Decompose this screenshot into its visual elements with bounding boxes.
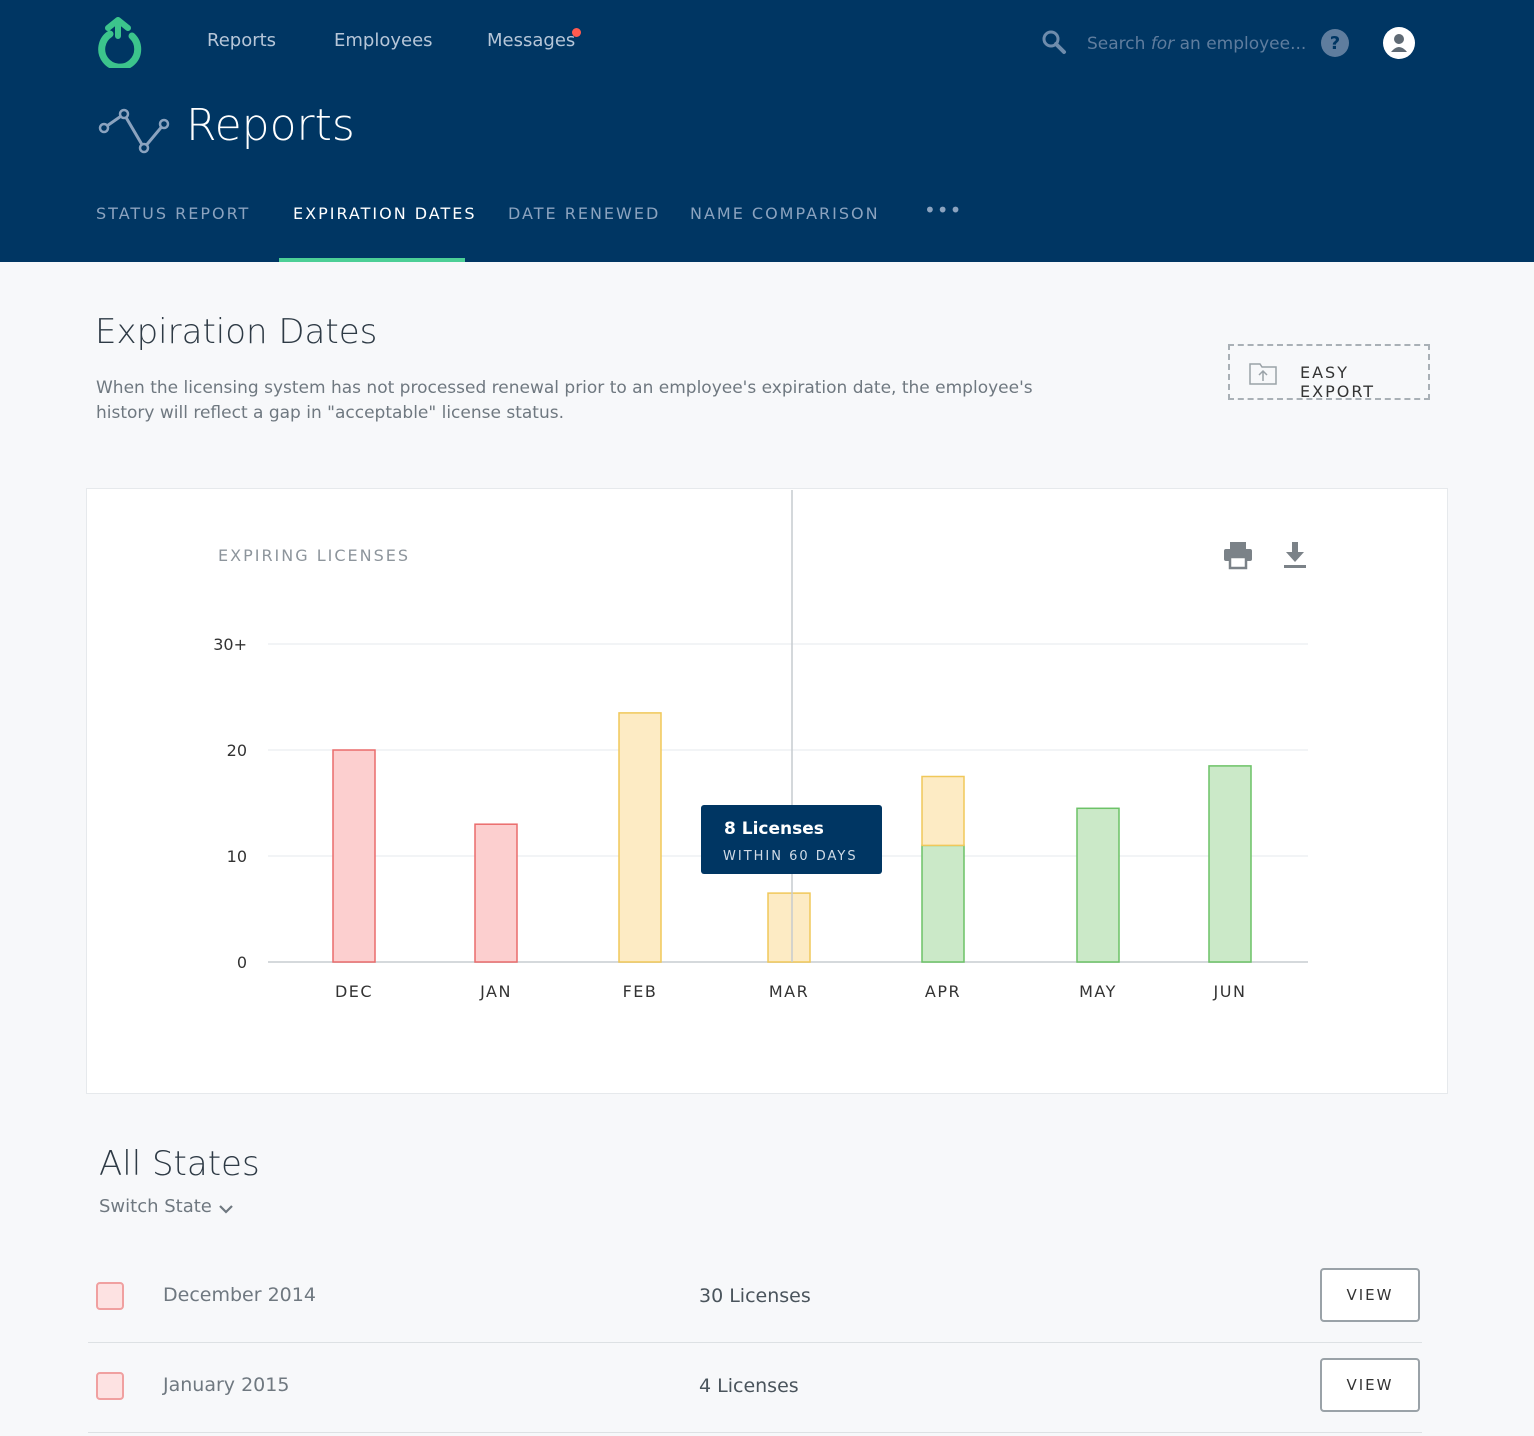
states-title: All States <box>99 1144 260 1184</box>
chart-bar <box>1076 807 1120 963</box>
chart-bar <box>332 749 376 963</box>
y-tick-label: 30+ <box>213 635 247 654</box>
chart-bar <box>474 823 518 963</box>
x-tick-label: APR <box>925 982 961 1001</box>
x-tick-label: MAY <box>1079 982 1117 1001</box>
x-tick-label: JUN <box>1213 982 1247 1001</box>
tooltip-title: 8 Licenses <box>724 819 824 839</box>
tooltip-subtitle: WITHIN 60 DAYS <box>723 849 858 864</box>
row-color-swatch <box>96 1282 124 1310</box>
expiring-licenses-chart: 0 10 20 30+ DEC JAN FEB MAR APR MAY JUN <box>213 490 1308 1001</box>
chart-bar <box>1208 765 1252 963</box>
table-row: December 2014 30 Licenses VIEW <box>88 1252 1422 1343</box>
chart-bar <box>767 892 811 963</box>
row-count: 30 Licenses <box>699 1285 811 1307</box>
y-tick-label: 10 <box>227 847 247 866</box>
row-count: 4 Licenses <box>699 1375 799 1397</box>
x-tick-label: FEB <box>623 982 658 1001</box>
chart-tooltip: 8 Licenses WITHIN 60 DAYS <box>701 805 882 874</box>
x-tick-label: JAN <box>479 982 512 1001</box>
switch-state-dropdown[interactable]: Switch State <box>99 1196 212 1217</box>
row-label: January 2015 <box>163 1374 290 1396</box>
view-button[interactable]: VIEW <box>1320 1268 1420 1322</box>
chart-bar <box>921 775 965 847</box>
chart-bar <box>618 712 662 963</box>
x-tick-label: DEC <box>335 982 373 1001</box>
chart-bar <box>921 844 965 963</box>
row-color-swatch <box>96 1372 124 1400</box>
chevron-down-icon[interactable] <box>218 1203 234 1215</box>
y-tick-label: 0 <box>237 953 247 972</box>
x-tick-label: MAR <box>769 982 809 1001</box>
table-row: January 2015 4 Licenses VIEW <box>88 1342 1422 1433</box>
row-label: December 2014 <box>163 1284 316 1306</box>
view-button[interactable]: VIEW <box>1320 1358 1420 1412</box>
y-tick-label: 20 <box>227 741 247 760</box>
